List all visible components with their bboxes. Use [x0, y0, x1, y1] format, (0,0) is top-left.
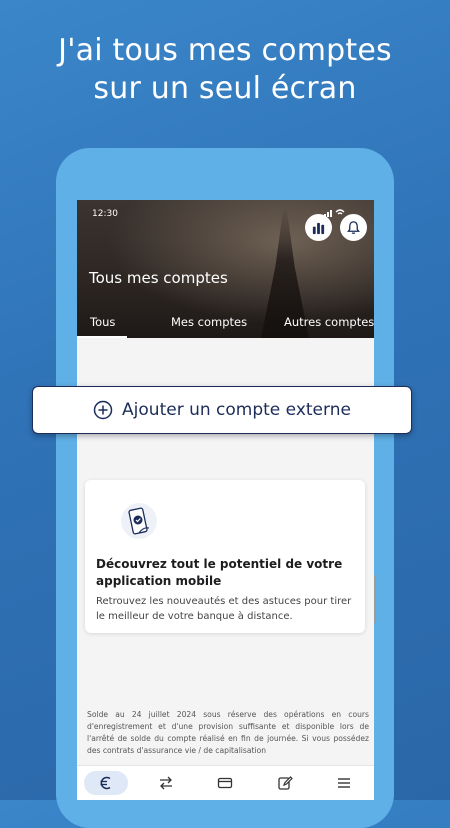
nav-cards[interactable]: [213, 771, 237, 795]
phone-check-icon: [121, 503, 157, 539]
account-tabs: Tous Mes comptes Autres comptes: [77, 312, 374, 338]
nav-accounts[interactable]: [84, 771, 128, 795]
stats-button[interactable]: [305, 214, 332, 241]
signal-wifi-icon: [324, 209, 345, 217]
bell-icon: [347, 221, 360, 235]
status-time: 12:30: [92, 209, 118, 219]
transfer-icon: [160, 776, 172, 790]
scrollbar[interactable]: [374, 575, 376, 623]
page-title: Tous mes comptes: [89, 269, 228, 287]
promo-line-1: J'ai tous mes comptes: [58, 33, 392, 68]
nav-menu[interactable]: [332, 771, 356, 795]
promo-card-description: Retrouvez les nouveautés et des astuces …: [96, 596, 352, 622]
add-external-account-button[interactable]: Ajouter un compte externe: [32, 386, 412, 434]
header-banner: 12:30 Tous mes comptes Tous Mes comptes …: [77, 200, 374, 338]
legal-disclaimer: Solde au 24 juillet 2024 sous réserve de…: [87, 710, 369, 755]
plus-circle-icon: [93, 400, 113, 420]
euro-icon: [100, 776, 111, 790]
tab-mes-comptes[interactable]: Mes comptes: [171, 315, 247, 329]
promo-card-heading: Découvrez tout le potentiel de votre app…: [96, 557, 343, 588]
promo-card[interactable]: Découvrez tout le potentiel de votre app…: [85, 480, 365, 633]
stats-icon: [312, 222, 325, 235]
tab-autres-comptes[interactable]: Autres comptes: [284, 315, 374, 329]
app-screen: 12:30 Tous mes comptes Tous Mes comptes …: [77, 200, 374, 800]
promo-headline: J'ai tous mes comptes sur un seul écran: [0, 32, 450, 108]
menu-icon: [338, 778, 350, 788]
card-icon: [217, 777, 233, 789]
bottom-navigation: [77, 765, 374, 800]
tab-tous[interactable]: Tous: [90, 315, 115, 329]
nav-transfers[interactable]: [154, 771, 178, 795]
notifications-button[interactable]: [340, 214, 367, 241]
promo-line-2: sur un seul écran: [93, 71, 357, 106]
add-external-account-label: Ajouter un compte externe: [122, 400, 351, 420]
edit-icon: [278, 776, 293, 790]
nav-edit[interactable]: [273, 771, 297, 795]
